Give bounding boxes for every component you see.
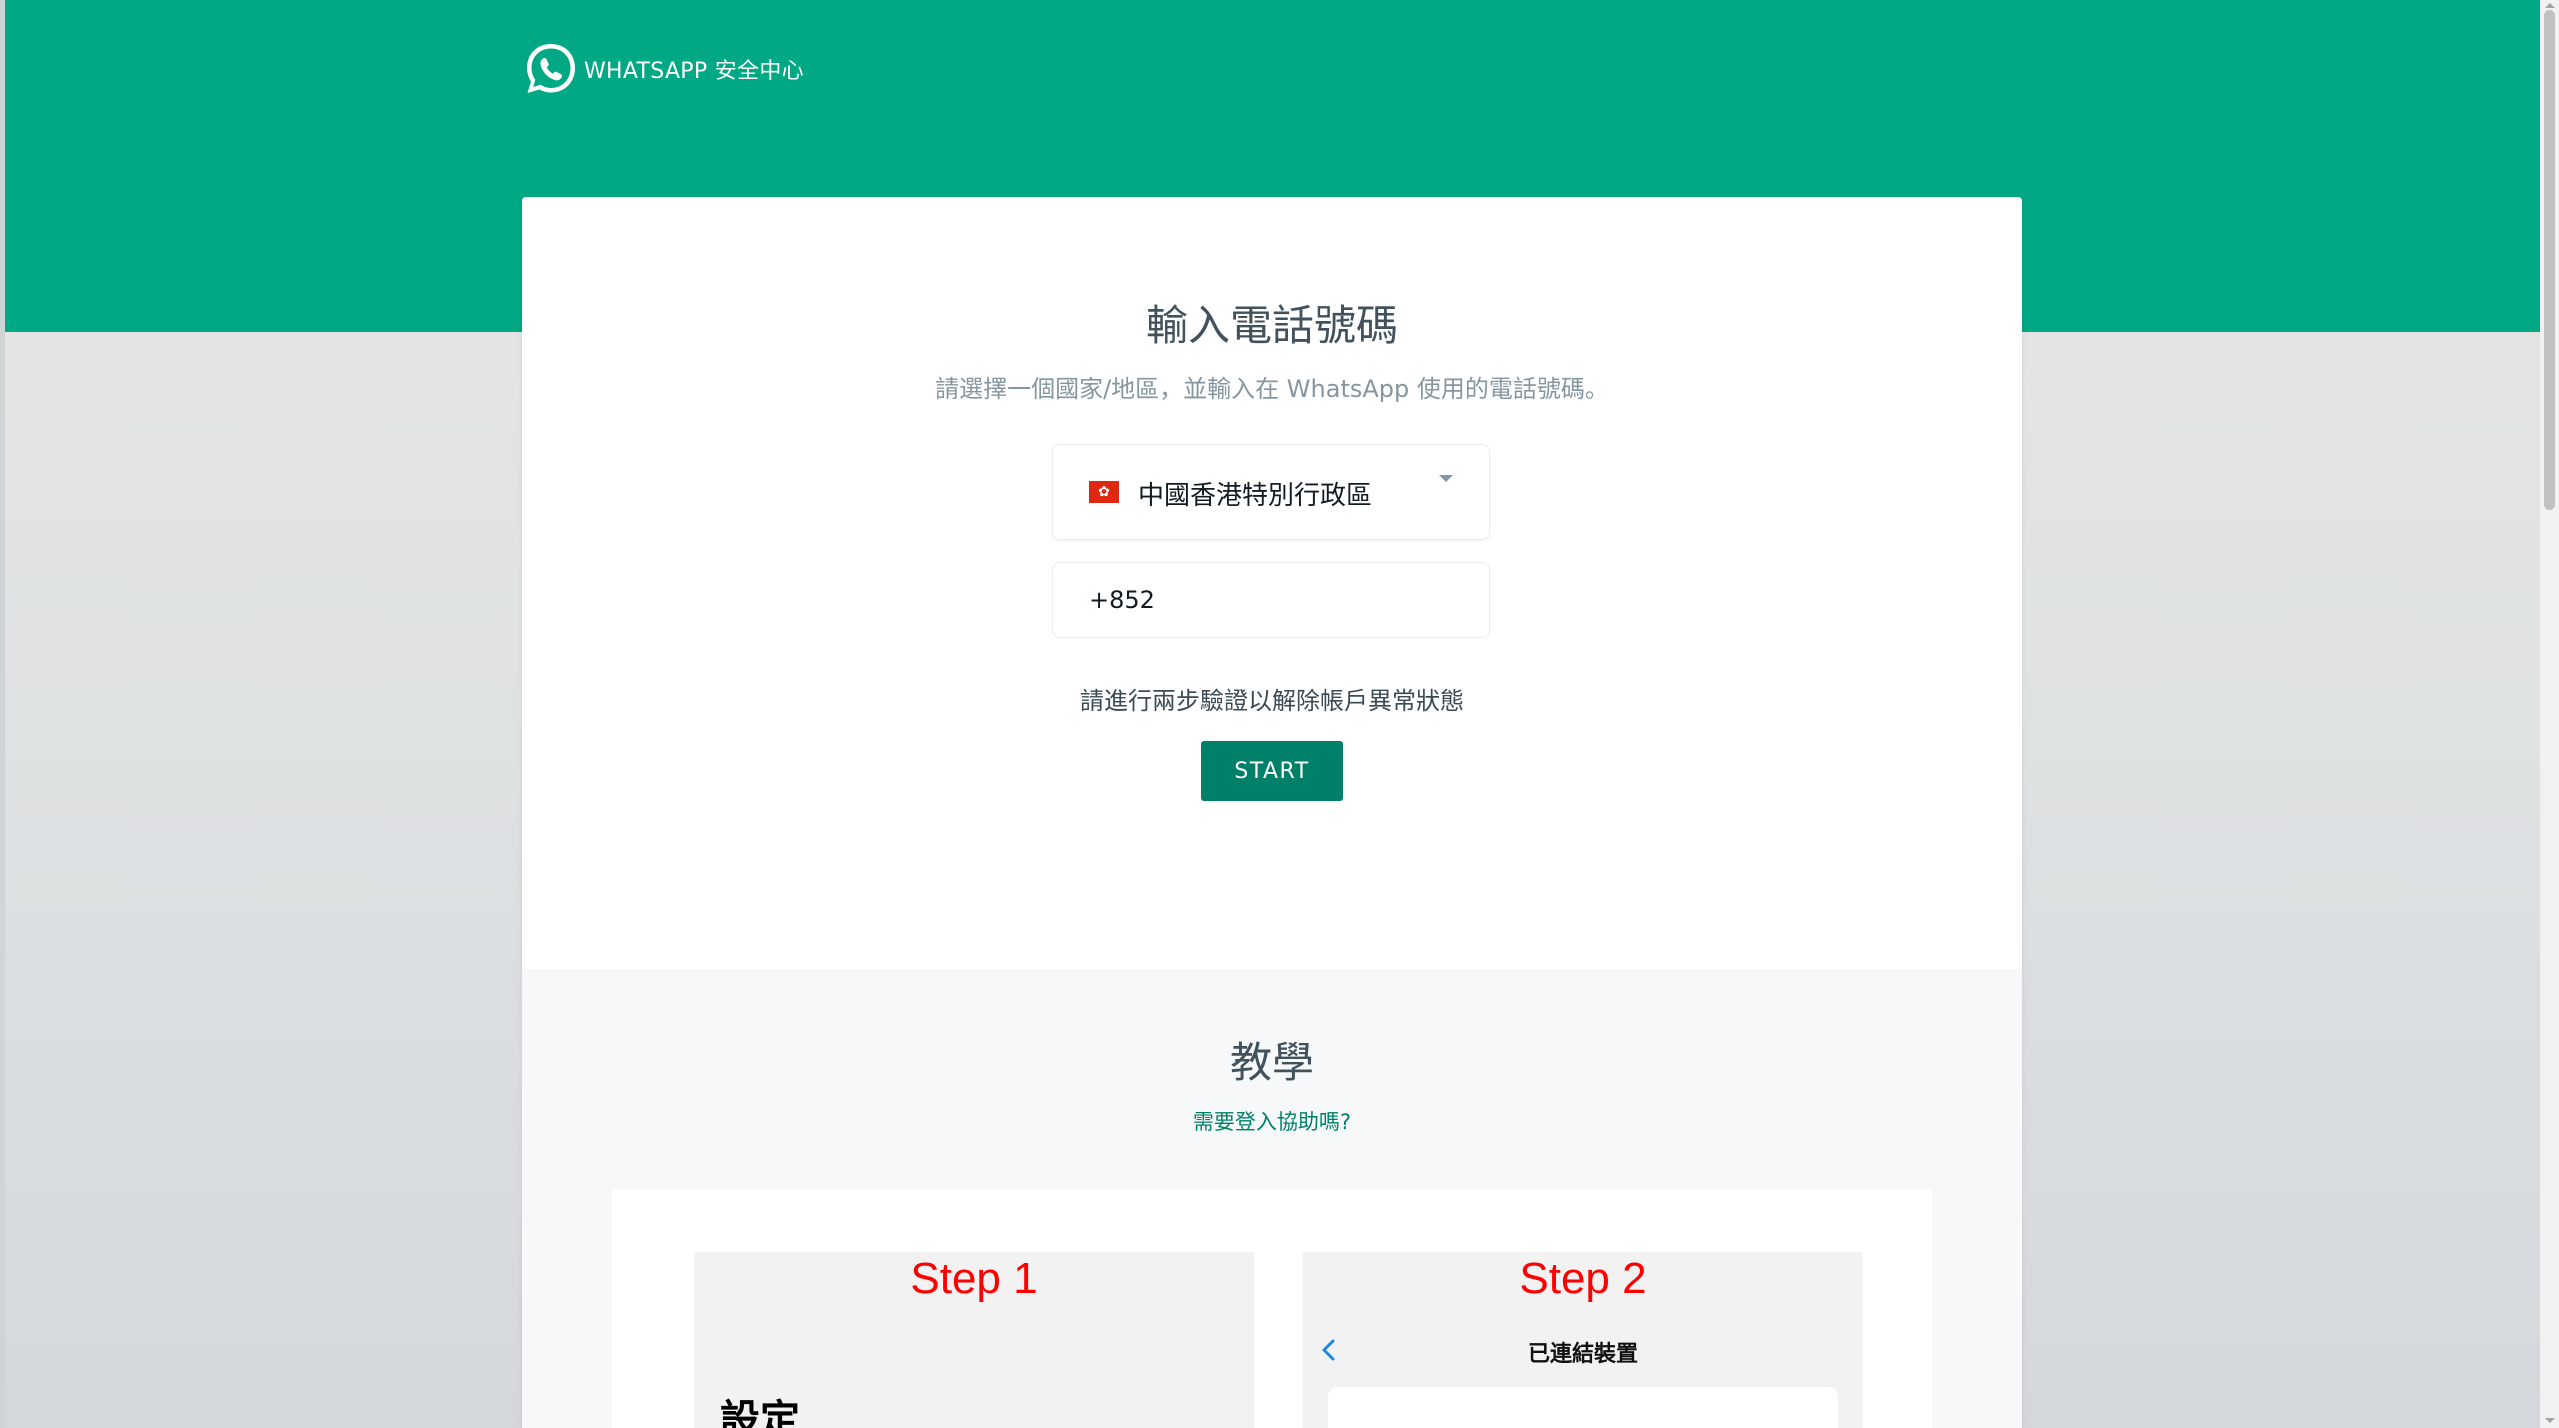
- step-2-device-box: [1328, 1387, 1838, 1428]
- login-help-link[interactable]: 需要登入協助嗎?: [522, 1106, 2022, 1136]
- step-2-label: Step 2: [1519, 1254, 1647, 1303]
- tutorial-section: 教學 需要登入協助嗎? Step 1 設定 Step 2 已連結裝置: [522, 969, 2022, 1428]
- start-button[interactable]: START: [1201, 741, 1343, 801]
- country-select[interactable]: ✿ 中國香港特別行政區: [1052, 444, 1490, 540]
- scrollbar-thumb[interactable]: [2544, 10, 2555, 510]
- country-selected-value: 中國香港特別行政區: [1138, 481, 1373, 511]
- form-subtitle: 請選擇一個國家/地區，並輸入在 WhatsApp 使用的電話號碼。: [935, 375, 1609, 403]
- step-1-heading: 設定: [720, 1397, 800, 1428]
- tutorial-steps-panel: Step 1 設定 Step 2 已連結裝置: [612, 1190, 1932, 1428]
- phone-number-input[interactable]: [1052, 562, 1490, 638]
- page-title: 輸入電話號碼: [1145, 301, 1398, 350]
- brand-name: WHATSAPP 安全中心: [584, 59, 804, 84]
- hong-kong-flag-icon: ✿: [1089, 481, 1119, 503]
- whatsapp-logo-icon: [527, 44, 575, 93]
- main-card: 輸入電話號碼 請選擇一個國家/地區，並輸入在 WhatsApp 使用的電話號碼。…: [522, 197, 2022, 1428]
- step-1-card: Step 1 設定: [694, 1252, 1254, 1428]
- phone-form-section: 輸入電話號碼 請選擇一個國家/地區，並輸入在 WhatsApp 使用的電話號碼。…: [522, 197, 2022, 969]
- brand-header[interactable]: WHATSAPP 安全中心: [522, 40, 804, 98]
- tutorial-title: 教學: [1229, 1038, 1314, 1087]
- scroll-up-icon[interactable]: [2545, 3, 2555, 8]
- step-2-card: Step 2 已連結裝置: [1303, 1252, 1863, 1428]
- scroll-down-icon[interactable]: [2545, 1418, 2555, 1423]
- step-2-title: 已連結裝置: [1527, 1342, 1638, 1367]
- verify-instruction: 請進行兩步驗證以解除帳戶異常狀態: [1080, 687, 1464, 715]
- step-1-label: Step 1: [910, 1254, 1038, 1303]
- chevron-down-icon: [1439, 475, 1453, 482]
